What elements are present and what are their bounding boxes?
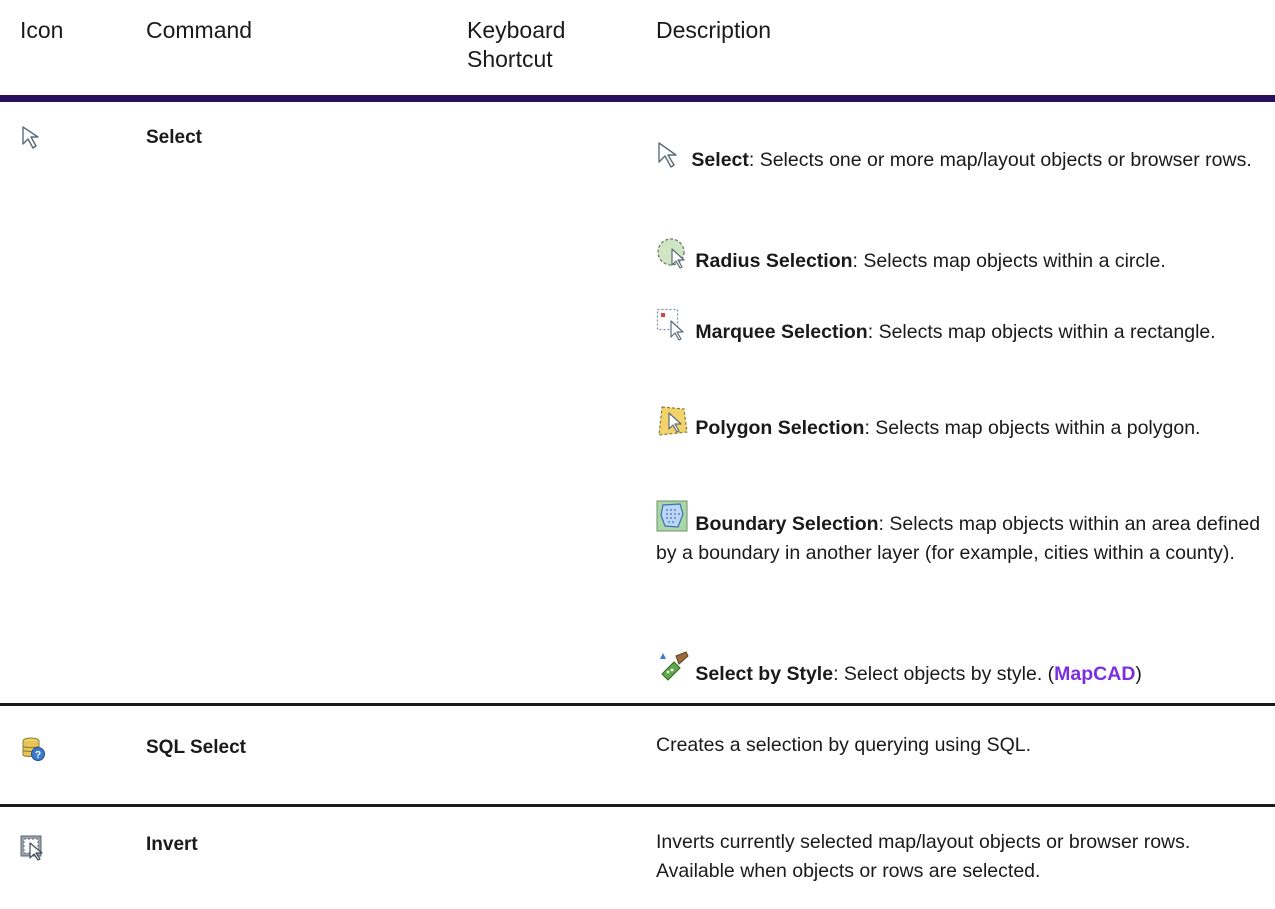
invert-selection-icon (20, 835, 46, 861)
mapcad-link[interactable]: MapCAD (1054, 663, 1135, 685)
entry-text: : Selects one or more map/layout objects… (748, 149, 1252, 171)
header-command: Command (146, 17, 253, 43)
svg-text:?: ? (35, 750, 41, 761)
header-keyboard-line1: Keyboard (467, 17, 566, 43)
select-by-style-icon (656, 650, 690, 684)
select-arrow-icon (20, 124, 46, 150)
header-keyboard-shortcut: Keyboard Shortcut (467, 16, 565, 74)
header-description: Description (656, 17, 772, 43)
list-item: Radius Selection: Selects map objects wi… (656, 237, 1268, 276)
entry-name: Select (691, 149, 749, 171)
entry-text: : Selects map objects within a rectangle… (867, 321, 1216, 343)
sql-select-icon: ? (20, 736, 46, 762)
command-name: Select (146, 127, 202, 148)
header-divider (0, 95, 1275, 102)
header-keyboard-line2: Shortcut (467, 46, 553, 72)
boundary-selection-icon (656, 500, 690, 534)
entry-name: Polygon Selection (695, 417, 865, 439)
table-row: Select Select: Selects one or more map/l… (0, 102, 1275, 702)
list-item: Marquee Selection: Selects map objects w… (656, 308, 1268, 347)
table-header: Icon Command Keyboard Shortcut Descripti… (0, 0, 1275, 100)
description: Inverts currently selected map/layout ob… (656, 831, 1191, 882)
polygon-selection-icon (656, 404, 690, 438)
radius-selection-icon (656, 237, 690, 271)
command-name: Invert (146, 834, 198, 855)
marquee-selection-icon (656, 308, 690, 342)
entry-name: Radius Selection (695, 250, 853, 272)
entry-text: : Select objects by style. ( (833, 663, 1055, 685)
entry-name: Boundary Selection (695, 513, 879, 535)
entry-text: : Selects map objects within a polygon. (864, 417, 1201, 439)
table-row: ? SQL Select Creates a selection by quer… (0, 706, 1275, 804)
description: Creates a selection by querying using SQ… (656, 734, 1032, 756)
entry-name: Select by Style (695, 663, 834, 685)
header-icon: Icon (20, 17, 64, 43)
entry-name: Marquee Selection (695, 321, 868, 343)
list-item: Select: Selects one or more map/layout o… (656, 140, 1268, 175)
list-item: Select by Style: Select objects by style… (656, 650, 1268, 689)
list-item: Polygon Selection: Selects map objects w… (656, 404, 1268, 443)
table-row: Invert Inverts currently selected map/la… (0, 807, 1275, 909)
command-name: SQL Select (146, 737, 246, 758)
select-arrow-icon (656, 140, 686, 170)
description: Select: Selects one or more map/layout o… (656, 102, 1268, 702)
list-item: Boundary Selection: Selects map objects … (656, 500, 1268, 568)
entry-text: : Selects map objects within a circle. (852, 250, 1166, 272)
entry-text-after: ) (1135, 663, 1142, 685)
